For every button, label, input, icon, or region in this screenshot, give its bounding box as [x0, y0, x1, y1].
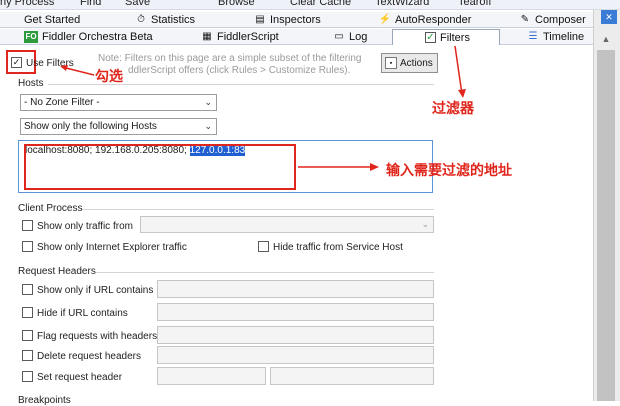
tab-inspectors[interactable]: ▤ Inspectors: [254, 12, 321, 27]
hide-service-host-checkbox[interactable]: [258, 241, 269, 252]
set-header-label: Set request header: [37, 372, 123, 383]
pin-icon[interactable]: ✕: [601, 10, 617, 24]
tab-label: Statistics: [151, 13, 196, 26]
set-header-name-input[interactable]: [157, 367, 266, 385]
show-only-ie-label: Show only Internet Explorer traffic: [37, 242, 187, 253]
tab-filters[interactable]: ✓ Filters: [392, 29, 500, 45]
toolbar-browse[interactable]: Browse: [218, 0, 255, 8]
delete-headers-checkbox[interactable]: [22, 350, 33, 361]
delete-headers-input[interactable]: [157, 346, 434, 364]
hosts-header: Hosts: [18, 78, 44, 89]
hide-url-input[interactable]: [157, 303, 434, 321]
hide-url-label: Hide if URL contains: [37, 308, 128, 319]
annotation-hosts-text: 输入需要过滤的地址: [386, 162, 512, 178]
host-filter-select[interactable]: Show only the following Hosts ⌄: [20, 118, 217, 135]
compose-icon: ✎: [520, 14, 530, 25]
tab-log[interactable]: ▭ Log: [333, 29, 367, 44]
chevron-down-icon: ⌄: [204, 121, 212, 131]
actions-label: Actions: [400, 57, 433, 69]
annotation-check-text: 勾选: [95, 68, 123, 84]
tab-row-top: Get Started ⏱ Statistics ▤ Inspectors ⚡ …: [0, 12, 620, 28]
process-select[interactable]: ⌄: [140, 216, 434, 233]
annotation-box-hosts: [24, 144, 296, 190]
tab-composer[interactable]: ✎ Composer: [519, 12, 586, 27]
timeline-icon: ☰: [528, 31, 538, 42]
filters-note-line2: ddlerScript offers (click Rules > Custom…: [128, 65, 351, 76]
flag-requests-label: Flag requests with headers: [37, 331, 158, 342]
tab-label: Get Started: [24, 13, 81, 26]
tab-label: AutoResponder: [395, 13, 472, 26]
use-filters-checkbox[interactable]: ✓: [11, 57, 22, 68]
log-icon: ▭: [334, 31, 344, 42]
tab-label: Filters: [440, 31, 470, 44]
actions-button[interactable]: ▪ Actions: [381, 53, 438, 73]
chevron-down-icon: ⌄: [204, 97, 212, 107]
fo-icon: FO: [24, 30, 38, 43]
stopwatch-icon: ⏱: [137, 14, 145, 25]
tab-label: Fiddler Orchestra Beta: [42, 30, 153, 43]
scrollbar-thumb[interactable]: [597, 50, 615, 401]
tab-fiddlerscript[interactable]: ▦ FiddlerScript: [201, 29, 279, 44]
tab-get-started[interactable]: Get Started: [24, 12, 80, 27]
request-headers-divider: [96, 272, 434, 273]
actions-icon: ▪: [385, 57, 397, 69]
toolbar-find[interactable]: Find: [80, 0, 101, 8]
flag-requests-input[interactable]: [157, 326, 434, 344]
toolbar-tearoff[interactable]: Tearoff: [458, 0, 491, 8]
flag-requests-checkbox[interactable]: [22, 330, 33, 341]
tab-label: FiddlerScript: [217, 30, 279, 43]
hosts-divider: [48, 84, 434, 85]
toolbar-textwizard[interactable]: TextWizard: [375, 0, 429, 8]
tab-autoresponder[interactable]: ⚡ AutoResponder: [378, 12, 472, 27]
set-header-value-input[interactable]: [270, 367, 434, 385]
client-process-header: Client Process: [18, 203, 83, 214]
filters-note-line1: Note: Filters on this page are a simple …: [98, 53, 362, 64]
hide-service-host-label: Hide traffic from Service Host: [273, 242, 403, 253]
set-header-checkbox[interactable]: [22, 371, 33, 382]
toolbar-save[interactable]: Save: [125, 0, 150, 8]
client-process-divider: [82, 209, 434, 210]
show-only-url-checkbox[interactable]: [22, 284, 33, 295]
inspect-icon: ▤: [255, 14, 265, 25]
host-filter-value: Show only the following Hosts: [24, 121, 157, 132]
tab-fiddler-orchestra[interactable]: FO Fiddler Orchestra Beta: [24, 29, 153, 44]
chevron-down-icon: ⌄: [421, 219, 429, 229]
hide-url-checkbox[interactable]: [22, 307, 33, 318]
request-headers-header: Request Headers: [18, 266, 96, 277]
zone-filter-value: - No Zone Filter -: [24, 97, 100, 108]
annotation-filter-text: 过滤器: [432, 100, 474, 116]
annotation-arrow-check: [60, 65, 95, 76]
tab-label: Log: [349, 30, 368, 43]
tab-label: Inspectors: [270, 13, 321, 26]
lightning-icon: ⚡: [378, 14, 392, 25]
show-only-traffic-from-label: Show only traffic from: [37, 221, 133, 232]
top-toolbar: ny Process Find Save Browse Clear Cache …: [0, 0, 620, 10]
show-only-traffic-from-checkbox[interactable]: [22, 220, 33, 231]
show-only-ie-checkbox[interactable]: [22, 241, 33, 252]
toolbar-process[interactable]: ny Process: [0, 0, 54, 8]
check-icon: ✓: [425, 32, 436, 43]
zone-filter-select[interactable]: - No Zone Filter - ⌄: [20, 94, 217, 111]
tab-label: Composer: [535, 13, 586, 26]
script-icon: ▦: [202, 31, 212, 42]
show-only-url-input[interactable]: [157, 280, 434, 298]
toolbar-clear-cache[interactable]: Clear Cache: [290, 0, 351, 8]
tab-timeline[interactable]: ☰ Timeline: [527, 29, 585, 44]
annotation-arrow-hosts: [298, 163, 379, 171]
annotation-arrow-filter: [454, 45, 466, 98]
delete-headers-label: Delete request headers: [37, 351, 141, 362]
tab-statistics[interactable]: ⏱ Statistics: [135, 12, 195, 27]
scroll-up-arrow-icon[interactable]: ▲: [596, 34, 616, 46]
show-only-url-label: Show only if URL contains: [37, 285, 154, 296]
tab-row-bottom: FO Fiddler Orchestra Beta ▦ FiddlerScrip…: [0, 29, 620, 45]
tab-label: Timeline: [543, 30, 585, 43]
